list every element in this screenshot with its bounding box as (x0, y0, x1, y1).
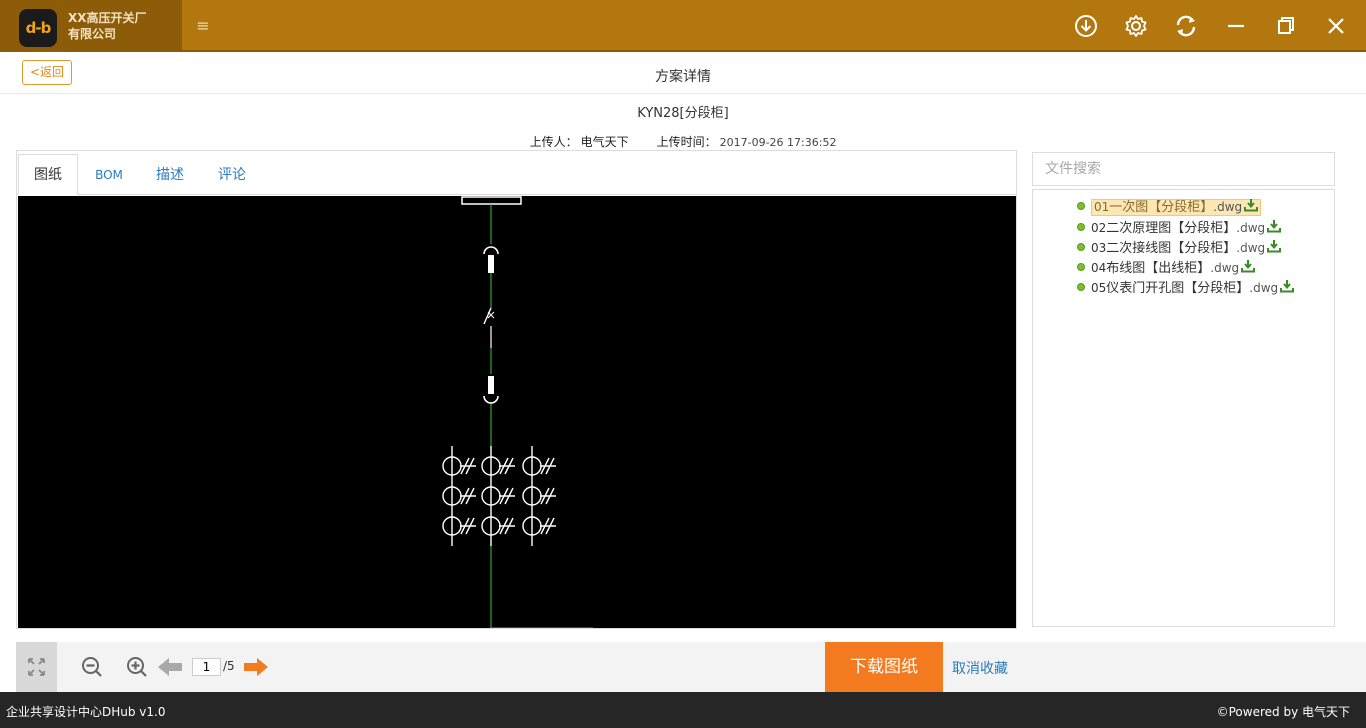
file-name: 二次接线图【分段柜】 (1106, 241, 1237, 256)
tab-description[interactable]: 描述 (147, 161, 193, 195)
title-bar: d-b XX高压开关厂 有限公司 ≡ (0, 0, 1366, 52)
file-name: 二次原理图【分段柜】 (1106, 221, 1237, 236)
file-item-1[interactable]: 01一次图【分段柜】.dwg (1077, 198, 1262, 216)
brand-area: d-b XX高压开关厂 有限公司 (0, 0, 182, 52)
fullscreen-icon[interactable] (16, 642, 57, 692)
file-num: 05 (1091, 281, 1107, 295)
file-list: 01一次图【分段柜】.dwg 02二次原理图【分段柜】.dwg 03二次接线图【… (1032, 189, 1335, 627)
file-dot-icon (1077, 283, 1085, 291)
file-download-icon[interactable] (1267, 239, 1282, 253)
file-download-icon[interactable] (1267, 219, 1282, 233)
file-dot-icon (1077, 223, 1085, 231)
upload-time-value: 2017-09-26 17:36:52 (719, 136, 837, 149)
powered-by: ©Powered by 电气天下 (1216, 705, 1350, 719)
refresh-icon[interactable] (1172, 12, 1200, 40)
next-page-icon[interactable] (243, 655, 269, 679)
page-total: /5 (223, 659, 235, 673)
close-icon[interactable] (1322, 12, 1350, 40)
settings-icon[interactable] (1122, 12, 1150, 40)
file-item-2[interactable]: 02二次原理图【分段柜】.dwg (1077, 219, 1282, 237)
file-download-icon[interactable] (1280, 279, 1295, 293)
prev-page-icon[interactable] (157, 655, 183, 679)
status-bar: 企业共享设计中心DHub v1.0 ©Powered by 电气天下 (0, 692, 1366, 728)
viewer-toolbar: /5 下载图纸 取消收藏 (16, 642, 1366, 692)
company-line-2: 有限公司 (68, 27, 117, 41)
header-divider (0, 93, 1366, 94)
file-ext: .dwg (1249, 281, 1279, 295)
menu-icon[interactable]: ≡ (195, 16, 211, 36)
file-dot-icon (1077, 243, 1085, 251)
app-version: 企业共享设计中心DHub v1.0 (6, 705, 166, 719)
file-item-4[interactable]: 04布线图【出线柜】.dwg (1077, 259, 1256, 277)
plan-name: KYN28[分段柜] (637, 106, 729, 121)
tab-drawing[interactable]: 图纸 (18, 154, 78, 195)
app-logo: d-b (19, 9, 57, 47)
restore-icon[interactable] (1272, 12, 1300, 40)
file-download-icon[interactable] (1241, 259, 1256, 273)
single-line-diagram (442, 196, 593, 628)
minimize-icon[interactable] (1222, 12, 1250, 40)
file-num: 04 (1091, 261, 1107, 275)
tab-bom[interactable]: BOM (87, 161, 131, 195)
upload-meta: 上传人： 电气天下 上传时间： 2017-09-26 17:36:52 (0, 133, 1366, 150)
file-num: 02 (1091, 221, 1107, 235)
uploader-label: 上传人： (529, 135, 578, 149)
page-number-input[interactable] (192, 658, 221, 676)
file-item-3[interactable]: 03二次接线图【分段柜】.dwg (1077, 239, 1282, 257)
file-item-5[interactable]: 05仪表门开孔图【分段柜】.dwg (1077, 279, 1295, 297)
file-search-input[interactable] (1032, 152, 1335, 186)
company-name: XX高压开关厂 有限公司 (68, 10, 147, 42)
zoom-out-icon[interactable] (80, 655, 104, 679)
file-dot-icon (1077, 202, 1085, 210)
file-download-icon[interactable] (1244, 198, 1259, 212)
file-name: 布线图【出线柜】 (1106, 261, 1211, 276)
tab-comments[interactable]: 评论 (209, 161, 255, 195)
unfavorite-button[interactable]: 取消收藏 (952, 658, 1008, 678)
file-name: 一次图【分段柜】 (1109, 200, 1214, 215)
file-num: 03 (1091, 241, 1107, 255)
file-ext: .dwg (1210, 261, 1240, 275)
viewer-tabs: 图纸 BOM 描述 评论 (17, 151, 1016, 195)
upload-time-label: 上传时间： (656, 135, 717, 149)
uploader-value: 电气天下 (580, 135, 629, 149)
drawing-canvas[interactable] (18, 196, 1016, 628)
drawing-viewer: 图纸 BOM 描述 评论 (16, 150, 1017, 629)
file-ext: .dwg (1236, 221, 1266, 235)
download-icon[interactable] (1072, 12, 1100, 40)
file-ext: .dwg (1236, 241, 1266, 255)
page-title: 方案详情 (655, 69, 711, 85)
zoom-in-icon[interactable] (125, 655, 149, 679)
file-name: 仪表门开孔图【分段柜】 (1106, 281, 1250, 296)
file-num: 01 (1094, 200, 1110, 214)
file-dot-icon (1077, 263, 1085, 271)
file-ext: .dwg (1213, 200, 1243, 214)
download-drawing-button[interactable]: 下载图纸 (825, 642, 943, 692)
company-line-1: XX高压开关厂 (68, 11, 147, 25)
